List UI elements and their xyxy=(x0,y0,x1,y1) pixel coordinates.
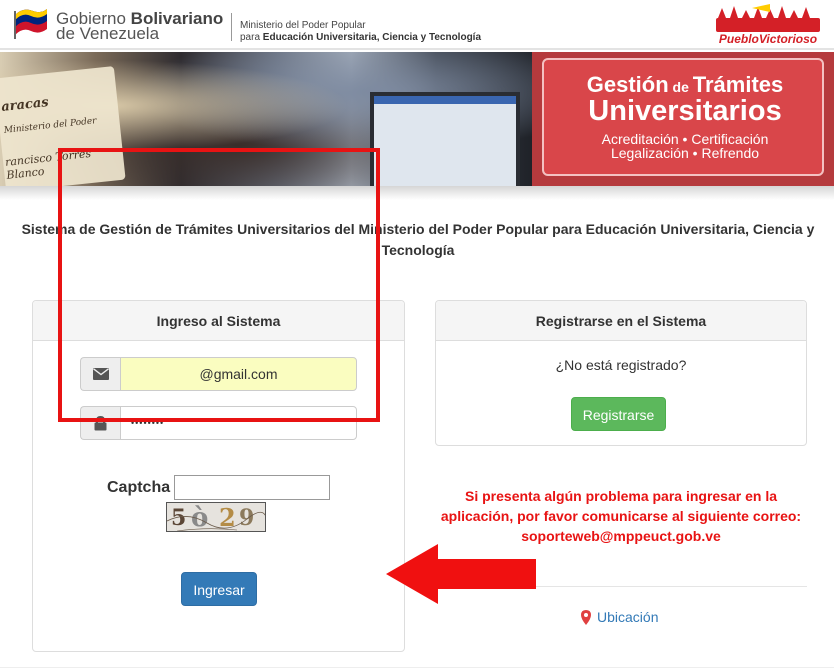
register-question: ¿No está registrado? xyxy=(555,357,687,373)
location-label: Ubicación xyxy=(597,609,659,625)
register-button[interactable]: Registrarse xyxy=(571,397,666,431)
venezuela-flag-logo xyxy=(14,9,47,39)
header-separator xyxy=(231,13,232,41)
banner-services-line1: Acreditación • Certificación xyxy=(601,131,769,147)
highlight-box xyxy=(58,148,380,422)
banner-title-card: Gestión de Trámites Universitarios Acred… xyxy=(532,52,834,186)
computer-monitor-image xyxy=(370,92,520,186)
annotation-arrow-icon xyxy=(386,544,536,604)
captcha-image: 5 ò 2 9 xyxy=(166,502,266,532)
banner-title-line2: Universitarios xyxy=(588,95,782,127)
location-link[interactable]: Ubicación xyxy=(581,609,658,625)
bottom-border xyxy=(0,667,834,668)
pueblo-victorioso-logo: PuebloVictorioso xyxy=(716,4,820,46)
svg-text:PuebloVictorioso: PuebloVictorioso xyxy=(719,32,817,46)
ministry-name: Ministerio del Poder Popular para Educac… xyxy=(240,20,482,43)
government-name: Gobierno Bolivariano de Venezuela xyxy=(56,9,224,43)
banner-services-line2: Legalización • Refrendo xyxy=(610,145,760,161)
support-message: Si presenta algún problema para ingresar… xyxy=(440,488,802,544)
map-marker-icon xyxy=(581,609,591,625)
captcha-label: Captcha xyxy=(107,479,171,496)
government-header: Gobierno Bolivariano de Venezuela Minist… xyxy=(0,0,834,50)
login-button[interactable]: Ingresar xyxy=(181,572,257,606)
register-panel-heading: Registrarse en el Sistema xyxy=(436,301,806,341)
captcha-input[interactable] xyxy=(174,475,330,500)
